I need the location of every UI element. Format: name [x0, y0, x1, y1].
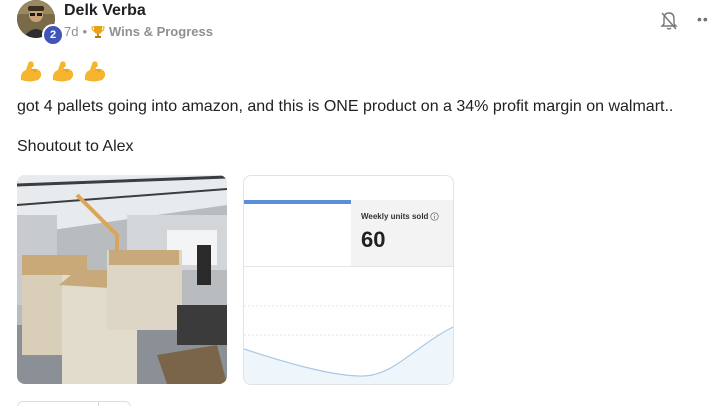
post-shoutout: Shoutout to Alex: [17, 138, 134, 155]
reaction-button-group[interactable]: [17, 401, 131, 406]
stats-screenshot[interactable]: Weekly units sold 60: [243, 175, 454, 385]
trend-chart: [244, 305, 453, 384]
bell-icon[interactable]: [660, 11, 678, 31]
flexed-biceps-icon: [84, 61, 106, 82]
warehouse-pallets-image: [17, 175, 227, 384]
warehouse-photo[interactable]: [17, 175, 227, 384]
post-time[interactable]: 7d: [64, 24, 78, 39]
emoji-row: [18, 58, 108, 84]
post-meta: 7d • Wins & Progress: [64, 24, 213, 39]
stat-value: 60: [361, 227, 386, 252]
flexed-biceps-icon: [20, 61, 42, 82]
more-icon[interactable]: ••: [697, 12, 709, 26]
stat-box: Weekly units sold 60: [351, 200, 453, 266]
stat-label-row: Weekly units sold: [361, 212, 440, 221]
trophy-icon: [91, 25, 105, 38]
flexed-biceps-icon: [52, 61, 74, 82]
meta-separator: •: [82, 24, 88, 39]
chart-accent-bar: [244, 200, 351, 204]
button-separator: [98, 402, 99, 406]
info-icon: [430, 212, 440, 221]
author-name[interactable]: Delk Verba: [64, 2, 146, 20]
post-body: got 4 pallets going into amazon, and thi…: [17, 98, 674, 115]
author-avatar-wrap[interactable]: 2: [17, 0, 64, 46]
post-card: 2 Delk Verba 7d • Wins & Progress •• got…: [0, 0, 711, 406]
level-badge: 2: [42, 24, 64, 46]
category-link[interactable]: Wins & Progress: [109, 24, 213, 39]
stat-label: Weekly units sold: [361, 212, 429, 221]
